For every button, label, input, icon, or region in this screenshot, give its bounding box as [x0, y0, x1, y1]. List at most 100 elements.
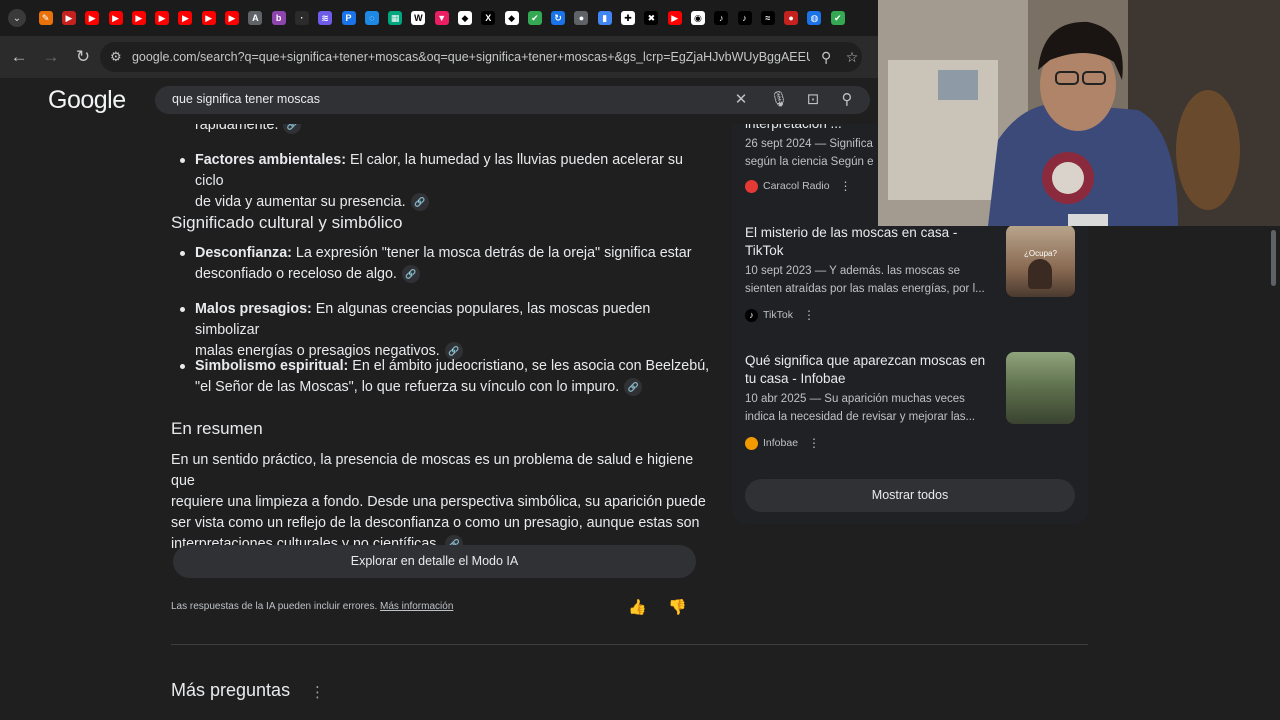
tab-youtube-icon[interactable]: ▶	[81, 7, 104, 29]
tab-chat-icon[interactable]: ●	[570, 7, 593, 29]
address-url: google.com/search?q=que+significa+tener+…	[131, 50, 811, 64]
thumbnail-caption: ¿Ocupa?	[1024, 249, 1057, 258]
source-title-infobae[interactable]: Qué significa que aparezcan moscas en tu…	[745, 352, 1000, 388]
snippet-line: 26 sept 2024 — Significa	[745, 138, 873, 150]
tab-record-icon[interactable]: ●	[780, 7, 803, 29]
record-icon: ●	[784, 11, 799, 25]
title-line: Qué significa que aparezcan moscas en	[745, 353, 986, 368]
tab-chrome-icon[interactable]: ◉	[686, 7, 709, 29]
site-info-icon[interactable]: ⚙	[110, 49, 130, 65]
source-snippet-tiktok: 10 sept 2023 — Y además. las moscas se s…	[745, 263, 1000, 298]
tab-tiktok-icon[interactable]: ♪	[733, 7, 756, 29]
infobae-thumbnail[interactable]	[1006, 352, 1075, 424]
tab-dot-icon[interactable]: ·	[290, 7, 313, 29]
webcam-overlay	[878, 0, 1280, 226]
tab-diamond-icon[interactable]: ◆	[453, 7, 476, 29]
tab-b-icon[interactable]: b	[267, 7, 290, 29]
tiktok-icon: ♪	[714, 11, 729, 25]
tab-globe-icon[interactable]: ◍	[803, 7, 826, 29]
source-tiktok[interactable]: ♪ TikTok ⋮	[745, 308, 815, 322]
more-options-icon[interactable]: ⋮	[840, 179, 852, 193]
summary-line: requiere una limpieza a fondo. Desde una…	[171, 494, 706, 510]
tab-youtube-icon[interactable]: ▶	[127, 7, 150, 29]
tab-youtube-icon[interactable]: ▶	[220, 7, 243, 29]
explore-ai-mode-button[interactable]: Explorar en detalle el Modo IA	[173, 545, 696, 578]
source-title[interactable]: interpretación ...	[745, 124, 842, 133]
tab-bookmark-icon[interactable]: ▼	[430, 7, 453, 29]
ai-bullet-espiritual: Simbolismo espiritual: En el ámbito jude…	[195, 356, 715, 398]
source-name: TikTok	[763, 309, 793, 321]
search-icon[interactable]: ⚲	[837, 90, 857, 108]
tab-search-icon[interactable]: ⌄	[8, 9, 26, 27]
ai-bullet-presagios: Malos presagios: En algunas creencias po…	[195, 299, 715, 362]
location-pin-icon[interactable]: ⚲	[816, 49, 836, 66]
tab-youtube-icon[interactable]: ▶	[104, 7, 127, 29]
tab-p-icon[interactable]: P	[337, 7, 360, 29]
bullet-dot	[180, 364, 185, 369]
page-scrollbar[interactable]	[1268, 226, 1280, 720]
tab-puzzle-icon[interactable]: ✚	[616, 7, 639, 29]
tab-grid-icon[interactable]: ▦	[383, 7, 406, 29]
tab-w-icon[interactable]: W	[407, 7, 430, 29]
tab-edge-icon[interactable]: ◌	[360, 7, 383, 29]
back-arrow-icon[interactable]: ←	[4, 42, 34, 72]
chat-icon: ●	[574, 11, 589, 25]
tab-youtube-icon[interactable]: ▶	[174, 7, 197, 29]
source-infobae[interactable]: Infobae ⋮	[745, 436, 820, 450]
clear-icon[interactable]: ✕	[731, 90, 751, 108]
tab-check-icon[interactable]: ✔	[826, 7, 849, 29]
more-options-icon[interactable]: ⋮	[310, 683, 325, 701]
scrollbar-thumb[interactable]	[1271, 230, 1276, 286]
microphone-icon[interactable]: 🎙	[769, 90, 789, 108]
forward-arrow-icon[interactable]: →	[36, 42, 66, 72]
tiktok-thumbnail[interactable]: ¿Ocupa?	[1006, 225, 1075, 297]
show-all-button[interactable]: Mostrar todos	[745, 479, 1075, 512]
source-title-tiktok[interactable]: El misterio de las moscas en casa - TikT…	[745, 224, 1000, 260]
bullet-text-cont: desconfiado o receloso de algo.	[195, 266, 397, 282]
bullet-dot	[180, 251, 185, 256]
more-options-icon[interactable]: ⋮	[803, 308, 815, 322]
more-info-link[interactable]: Más información	[380, 601, 453, 612]
tab-tiktok-icon[interactable]: ♪	[710, 7, 733, 29]
tab-firefox-like-icon[interactable]: ✎	[34, 7, 57, 29]
disclaimer-text: Las respuestas de la IA pueden incluir e…	[171, 601, 381, 612]
w-icon: W	[411, 11, 426, 25]
source-caracol[interactable]: Caracol Radio ⋮	[745, 179, 852, 193]
tab-youtube-icon[interactable]: ▶	[150, 7, 173, 29]
google-logo[interactable]: Google	[48, 86, 126, 115]
tab-check-icon[interactable]: ✔	[523, 7, 546, 29]
link-icon[interactable]: 🔗	[401, 265, 420, 284]
link-icon[interactable]: 🔗	[283, 124, 302, 135]
x-icon: ≈	[760, 11, 775, 25]
thumbs-down-icon[interactable]: 👎	[668, 598, 687, 616]
youtube-icon: ▶	[178, 11, 193, 25]
reload-icon[interactable]: ↻	[68, 42, 98, 72]
tab-x-icon[interactable]: ≈	[756, 7, 779, 29]
lens-icon[interactable]: ⊡	[803, 90, 823, 108]
tab-x-icon[interactable]: ✖	[640, 7, 663, 29]
tab-diamond-icon[interactable]: ◆	[500, 7, 523, 29]
tab-youtube-icon[interactable]: ▶	[663, 7, 686, 29]
tab-layers-icon[interactable]: ≋	[314, 7, 337, 29]
chart-icon: ▮	[597, 11, 612, 25]
tab-translate-icon[interactable]: A	[244, 7, 267, 29]
puzzle-icon: ✚	[621, 11, 636, 25]
address-bar[interactable]: ⚙ google.com/search?q=que+significa+tene…	[100, 42, 862, 72]
search-input[interactable]: que significa tener moscas	[172, 92, 320, 106]
summary-line: ser vista como un reflejo de la desconfi…	[171, 515, 700, 531]
more-options-icon[interactable]: ⋮	[808, 436, 820, 450]
tab-favicons: ✎ ▶ ▶ ▶ ▶ ▶ ▶ ▶ ▶ Ab · ≋ P ◌ ▦ W ▼ ◆ X ◆ ✔ ↻ ● ▮ ✚ ✖ ▶ ◉ ♪ ♪ ≈ ● ◍ ✔	[34, 7, 849, 29]
snippet-line: 10 abr 2025 — Su aparición muchas veces	[745, 393, 965, 405]
tab-youtube-icon[interactable]: ▶	[197, 7, 220, 29]
tab-sync-icon[interactable]: ↻	[547, 7, 570, 29]
ai-bullet-desconfianza: Desconfianza: La expresión "tener la mos…	[195, 243, 715, 285]
link-icon[interactable]: 🔗	[410, 193, 429, 212]
tab-chart-icon[interactable]: ▮	[593, 7, 616, 29]
tab-x-icon[interactable]: X	[477, 7, 500, 29]
bookmark-star-icon[interactable]: ☆	[842, 49, 862, 66]
search-box[interactable]: que significa tener moscas ✕ 🎙 ⊡ ⚲	[155, 86, 870, 114]
thumbs-up-icon[interactable]: 👍	[628, 598, 647, 616]
youtube-icon: ▶	[155, 11, 170, 25]
link-icon[interactable]: 🔗	[624, 378, 643, 397]
tab-arrow-icon[interactable]: ▶	[57, 7, 80, 29]
